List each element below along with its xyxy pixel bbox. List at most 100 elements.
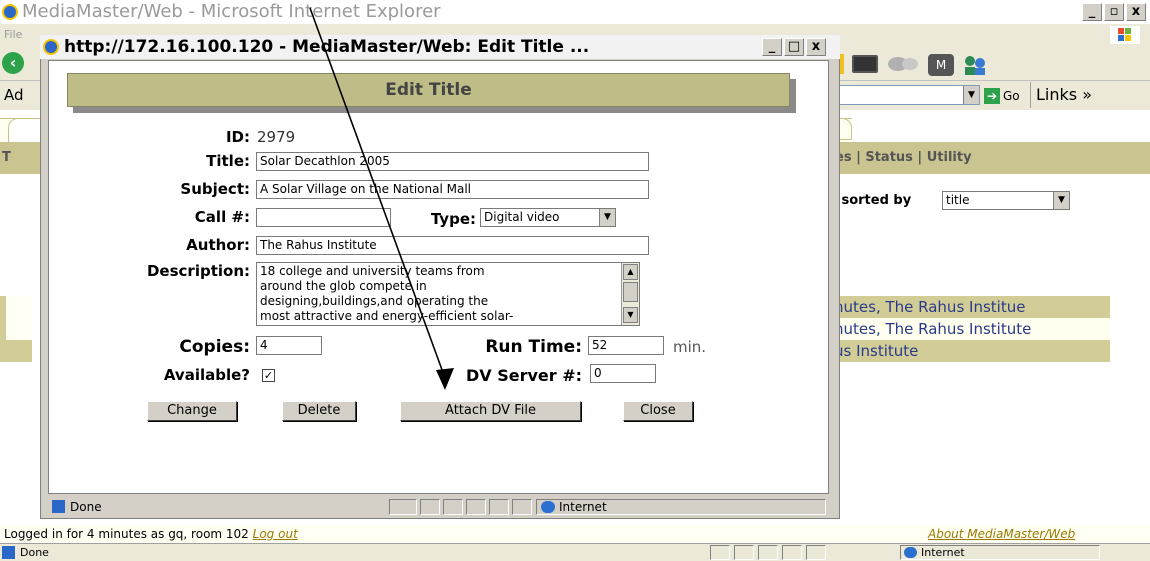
attach-dv-file-button[interactable]: Attach DV File xyxy=(400,401,581,421)
status-pane xyxy=(443,499,463,515)
status-pane xyxy=(710,545,730,560)
description-textarea[interactable]: 18 college and university teams from aro… xyxy=(256,262,640,326)
author-input[interactable]: The Rahus Institute xyxy=(256,236,649,255)
dv-server-label: DV Server #: xyxy=(465,366,582,385)
dialog-window-controls: _ □ x xyxy=(762,38,826,56)
minimize-button[interactable]: _ xyxy=(1082,3,1102,21)
media-player-icon[interactable]: M xyxy=(928,54,954,76)
main-window-controls: _ ▫ x xyxy=(1082,3,1146,21)
close-dialog-button[interactable]: Close xyxy=(623,401,693,421)
dialog-maximize-button[interactable]: □ xyxy=(784,38,804,56)
id-value: 2979 xyxy=(257,128,296,146)
status-pane xyxy=(782,545,802,560)
maximize-button[interactable]: ▫ xyxy=(1104,3,1124,21)
dialog-titlebar[interactable]: http://172.16.100.120 - MediaMaster/Web:… xyxy=(40,35,840,59)
dv-server-input[interactable]: 0 xyxy=(590,364,656,383)
row-left-marker xyxy=(0,296,32,318)
login-text: Logged in for 4 minutes as gq, room 102 xyxy=(4,527,249,541)
scroll-thumb[interactable] xyxy=(623,282,638,302)
close-button[interactable]: x xyxy=(1126,3,1146,21)
description-line: designing,buildings,and operating the xyxy=(260,294,489,308)
description-line: around the glob compete in xyxy=(260,279,427,293)
globe-icon xyxy=(904,547,917,558)
dialog-page-icon xyxy=(52,500,65,513)
list-item[interactable]: us Institute xyxy=(828,340,1110,362)
row-left-marker xyxy=(0,340,32,362)
edit-title-heading: Edit Title xyxy=(67,73,790,107)
status-pane xyxy=(389,499,417,515)
windows-logo-icon xyxy=(1110,26,1140,44)
zone-pane: Internet xyxy=(900,545,1100,560)
dialog-close-button[interactable]: x xyxy=(806,38,826,56)
status-pane xyxy=(806,545,826,560)
list-item[interactable]: nutes, The Rahus Institue xyxy=(828,296,1110,318)
title-input[interactable]: Solar Decathlon 2005 xyxy=(256,152,649,171)
description-scrollbar[interactable]: ▲ ▼ xyxy=(621,263,639,325)
runtime-unit: min. xyxy=(673,338,707,356)
main-status-bar: Done Internet xyxy=(0,543,1150,561)
row-left-marker xyxy=(0,318,32,340)
status-pane xyxy=(420,499,440,515)
type-label: Type: xyxy=(430,210,476,228)
dialog-minimize-button[interactable]: _ xyxy=(762,38,782,56)
page-footer: Logged in for 4 minutes as gq, room 102 … xyxy=(0,525,1150,543)
status-pane xyxy=(734,545,754,560)
login-info: Logged in for 4 minutes as gq, room 102 … xyxy=(4,525,298,543)
sorted-by-label: , sorted by xyxy=(832,193,912,208)
runtime-label: Run Time: xyxy=(485,337,582,357)
type-select[interactable]: Digital video ▼ xyxy=(480,208,616,227)
sort-select-value: title xyxy=(946,193,970,207)
toolbar-divider xyxy=(1030,82,1031,108)
runtime-input[interactable]: 52 xyxy=(588,336,664,355)
users-icon[interactable] xyxy=(962,54,988,76)
dialog-ie-logo-icon xyxy=(43,39,59,55)
media-icon[interactable] xyxy=(852,55,878,73)
subject-label: Subject: xyxy=(180,180,250,198)
title-label: Title: xyxy=(206,152,250,170)
description-line: 18 college and university teams from xyxy=(260,264,485,278)
back-arrow-icon[interactable]: ‹ xyxy=(2,52,24,74)
menu-file[interactable]: File xyxy=(4,28,22,41)
status-pane xyxy=(489,499,509,515)
change-button[interactable]: Change xyxy=(147,401,237,421)
sort-select[interactable]: title ▼ xyxy=(942,191,1070,210)
status-pane xyxy=(758,545,778,560)
links-button[interactable]: Links » xyxy=(1036,85,1092,104)
copies-input[interactable]: 4 xyxy=(256,336,322,355)
nav-links[interactable]: es | Status | Utility xyxy=(835,142,972,174)
id-label: ID: xyxy=(225,128,250,146)
list-item[interactable]: nutes, The Rahus Institute xyxy=(828,318,1110,340)
call-number-label: Call #: xyxy=(194,208,250,226)
call-number-input[interactable] xyxy=(256,208,391,227)
go-label: Go xyxy=(1003,89,1020,103)
zone-label: Internet xyxy=(921,546,965,559)
status-pane xyxy=(466,499,486,515)
scroll-down-icon[interactable]: ▼ xyxy=(623,307,638,323)
main-window-titlebar[interactable]: MediaMaster/Web - Microsoft Internet Exp… xyxy=(0,0,1150,24)
address-input[interactable]: ▼ xyxy=(832,85,980,105)
main-window-title: MediaMaster/Web - Microsoft Internet Exp… xyxy=(22,1,441,22)
about-link[interactable]: About MediaMaster/Web xyxy=(928,525,1075,543)
delete-button[interactable]: Delete xyxy=(282,401,356,421)
dialog-title: http://172.16.100.120 - MediaMaster/Web:… xyxy=(64,37,590,57)
available-checkbox[interactable]: ✓ xyxy=(262,369,275,382)
dialog-status-bar: Done Internet xyxy=(48,497,829,517)
go-button[interactable]: ➔ Go xyxy=(984,86,1020,106)
dialog-zone-label: Internet xyxy=(559,500,607,514)
main-status-text: Done xyxy=(20,546,49,559)
type-dropdown-icon[interactable]: ▼ xyxy=(599,209,615,226)
scroll-up-icon[interactable]: ▲ xyxy=(623,264,638,280)
sort-dropdown-icon[interactable]: ▼ xyxy=(1053,192,1069,209)
dialog-zone-pane: Internet xyxy=(536,499,826,515)
description-line: most attractive and energy-efficient sol… xyxy=(260,309,514,323)
address-label: Ad xyxy=(4,86,24,104)
address-dropdown-icon[interactable]: ▼ xyxy=(963,86,979,104)
tab-edge xyxy=(840,118,852,140)
subject-input[interactable]: A Solar Village on the National Mall xyxy=(256,180,649,199)
messenger-icon[interactable] xyxy=(886,56,920,72)
go-arrow-icon: ➔ xyxy=(984,88,1000,104)
dialog-globe-icon xyxy=(541,501,555,513)
logout-link[interactable]: Log out xyxy=(253,527,298,541)
ie-logo-icon xyxy=(2,4,18,20)
copies-label: Copies: xyxy=(179,337,250,357)
